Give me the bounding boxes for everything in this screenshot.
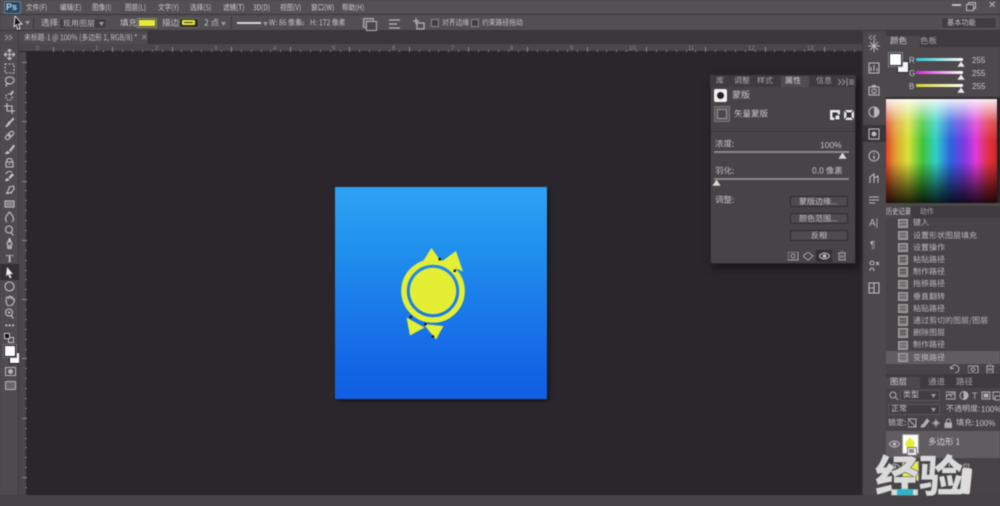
svg-text:T: T xyxy=(6,253,14,263)
svg-text:¶: ¶ xyxy=(870,240,875,250)
svg-text:A|: A| xyxy=(869,218,878,228)
svg-text:T: T xyxy=(972,391,978,401)
